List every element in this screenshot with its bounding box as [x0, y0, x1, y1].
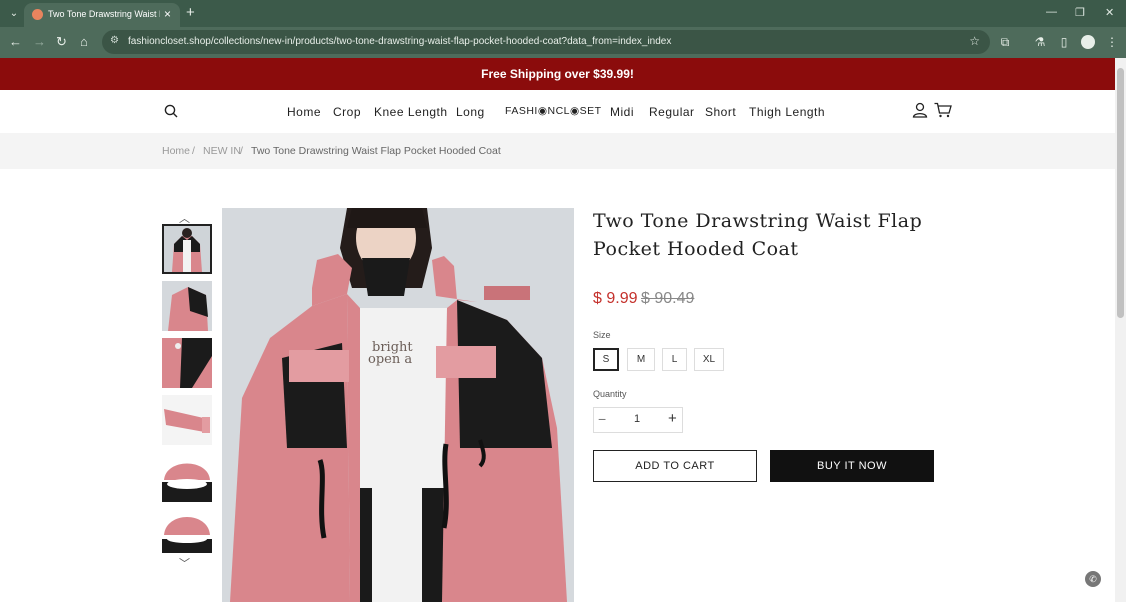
size-option-xl[interactable]: XL: [694, 348, 724, 371]
product-title: Two Tone Drawstring Waist Flap Pocket Ho…: [593, 210, 923, 260]
site-logo[interactable]: FASHI◉NCL◉SET: [505, 105, 602, 117]
browser-toolbar: ← → ↻ ⌂ ⚙ fashioncloset.shop/collections…: [0, 27, 1126, 58]
site-header: Home Crop Knee Length Long FASHI◉NCL◉SET…: [0, 90, 1115, 133]
breadcrumb-new-in[interactable]: NEW IN: [203, 145, 241, 157]
size-label: Size: [593, 330, 611, 340]
breadcrumb-current: Two Tone Drawstring Waist Flap Pocket Ho…: [251, 145, 501, 157]
back-icon[interactable]: ←: [9, 34, 22, 49]
site-info-icon[interactable]: ⚙: [110, 35, 119, 46]
breadcrumb: Home / NEW IN / Two Tone Drawstring Wais…: [0, 133, 1115, 169]
decrement-icon[interactable]: −: [598, 411, 606, 427]
favicon-icon: [32, 9, 43, 20]
nav-thigh-length[interactable]: Thigh Length: [749, 105, 825, 119]
bookmark-star-icon[interactable]: ☆: [969, 34, 980, 48]
shipping-banner: Free Shipping over $39.99!: [0, 58, 1115, 90]
breadcrumb-home[interactable]: Home: [162, 145, 190, 157]
browser-tab[interactable]: Two Tone Drawstring Waist Flap ×: [24, 3, 180, 27]
thumbnail[interactable]: [162, 509, 212, 553]
increment-icon[interactable]: +: [668, 410, 677, 427]
nav-regular[interactable]: Regular: [649, 105, 695, 119]
compare-price: $ 90.49: [641, 290, 695, 307]
thumbnail[interactable]: [162, 452, 212, 502]
nav-short[interactable]: Short: [705, 105, 736, 119]
restore-icon[interactable]: ❐: [1075, 6, 1085, 19]
chevron-down-icon[interactable]: ﹀: [179, 555, 190, 571]
account-icon[interactable]: [912, 102, 928, 118]
home-icon[interactable]: ⌂: [80, 34, 88, 49]
nav-midi[interactable]: Midi: [610, 105, 634, 119]
forward-icon[interactable]: →: [33, 34, 46, 49]
chat-widget-icon[interactable]: ✆: [1085, 571, 1101, 587]
nav-home[interactable]: Home: [287, 105, 321, 119]
search-icon[interactable]: [164, 104, 178, 118]
buy-it-now-button[interactable]: BUY IT NOW: [770, 450, 934, 482]
address-bar[interactable]: ⚙ fashioncloset.shop/collections/new-in/…: [102, 30, 990, 54]
breadcrumb-separator: /: [240, 145, 243, 157]
url-text: fashioncloset.shop/collections/new-in/pr…: [128, 36, 672, 47]
page-scrollbar[interactable]: [1115, 58, 1126, 602]
breadcrumb-separator: /: [192, 145, 195, 157]
tab-title: Two Tone Drawstring Waist Flap: [48, 9, 160, 19]
sale-price: $ 9.99: [593, 290, 638, 307]
side-panel-icon[interactable]: ▯: [1057, 35, 1071, 49]
window-close-icon[interactable]: ✕: [1105, 6, 1114, 19]
svg-text:open a: open a: [368, 352, 412, 367]
scrollbar-thumb[interactable]: [1117, 68, 1124, 318]
reload-icon[interactable]: ↻: [56, 34, 67, 50]
close-tab-icon[interactable]: ×: [164, 7, 171, 21]
nav-knee-length[interactable]: Knee Length: [374, 105, 448, 119]
quantity-value[interactable]: 1: [634, 413, 640, 425]
nav-crop[interactable]: Crop: [333, 105, 361, 119]
extensions-icon[interactable]: ⧉: [998, 35, 1012, 49]
minimize-icon[interactable]: —: [1046, 6, 1057, 18]
menu-dots-icon[interactable]: ⋮: [1105, 35, 1119, 49]
add-to-cart-button[interactable]: ADD TO CART: [593, 450, 757, 482]
tab-search-icon[interactable]: ⌄: [6, 6, 22, 22]
browser-tab-strip: ⌄ Two Tone Drawstring Waist Flap × + — ❐…: [0, 0, 1126, 27]
size-option-m[interactable]: M: [627, 348, 655, 371]
cart-icon[interactable]: [934, 102, 952, 118]
size-option-s[interactable]: S: [593, 348, 619, 371]
new-tab-icon[interactable]: +: [186, 4, 195, 21]
main-product-image[interactable]: bright open a: [222, 208, 574, 602]
profile-avatar[interactable]: [1081, 35, 1095, 49]
thumbnail[interactable]: [162, 395, 212, 445]
labs-icon[interactable]: ⚗: [1033, 35, 1047, 49]
quantity-label: Quantity: [593, 389, 627, 399]
thumbnail[interactable]: [162, 281, 212, 331]
thumbnail[interactable]: [162, 338, 212, 388]
nav-long[interactable]: Long: [456, 105, 485, 119]
thumbnail[interactable]: [162, 224, 212, 274]
size-option-l[interactable]: L: [662, 348, 687, 371]
quantity-stepper: − 1 +: [593, 407, 683, 433]
